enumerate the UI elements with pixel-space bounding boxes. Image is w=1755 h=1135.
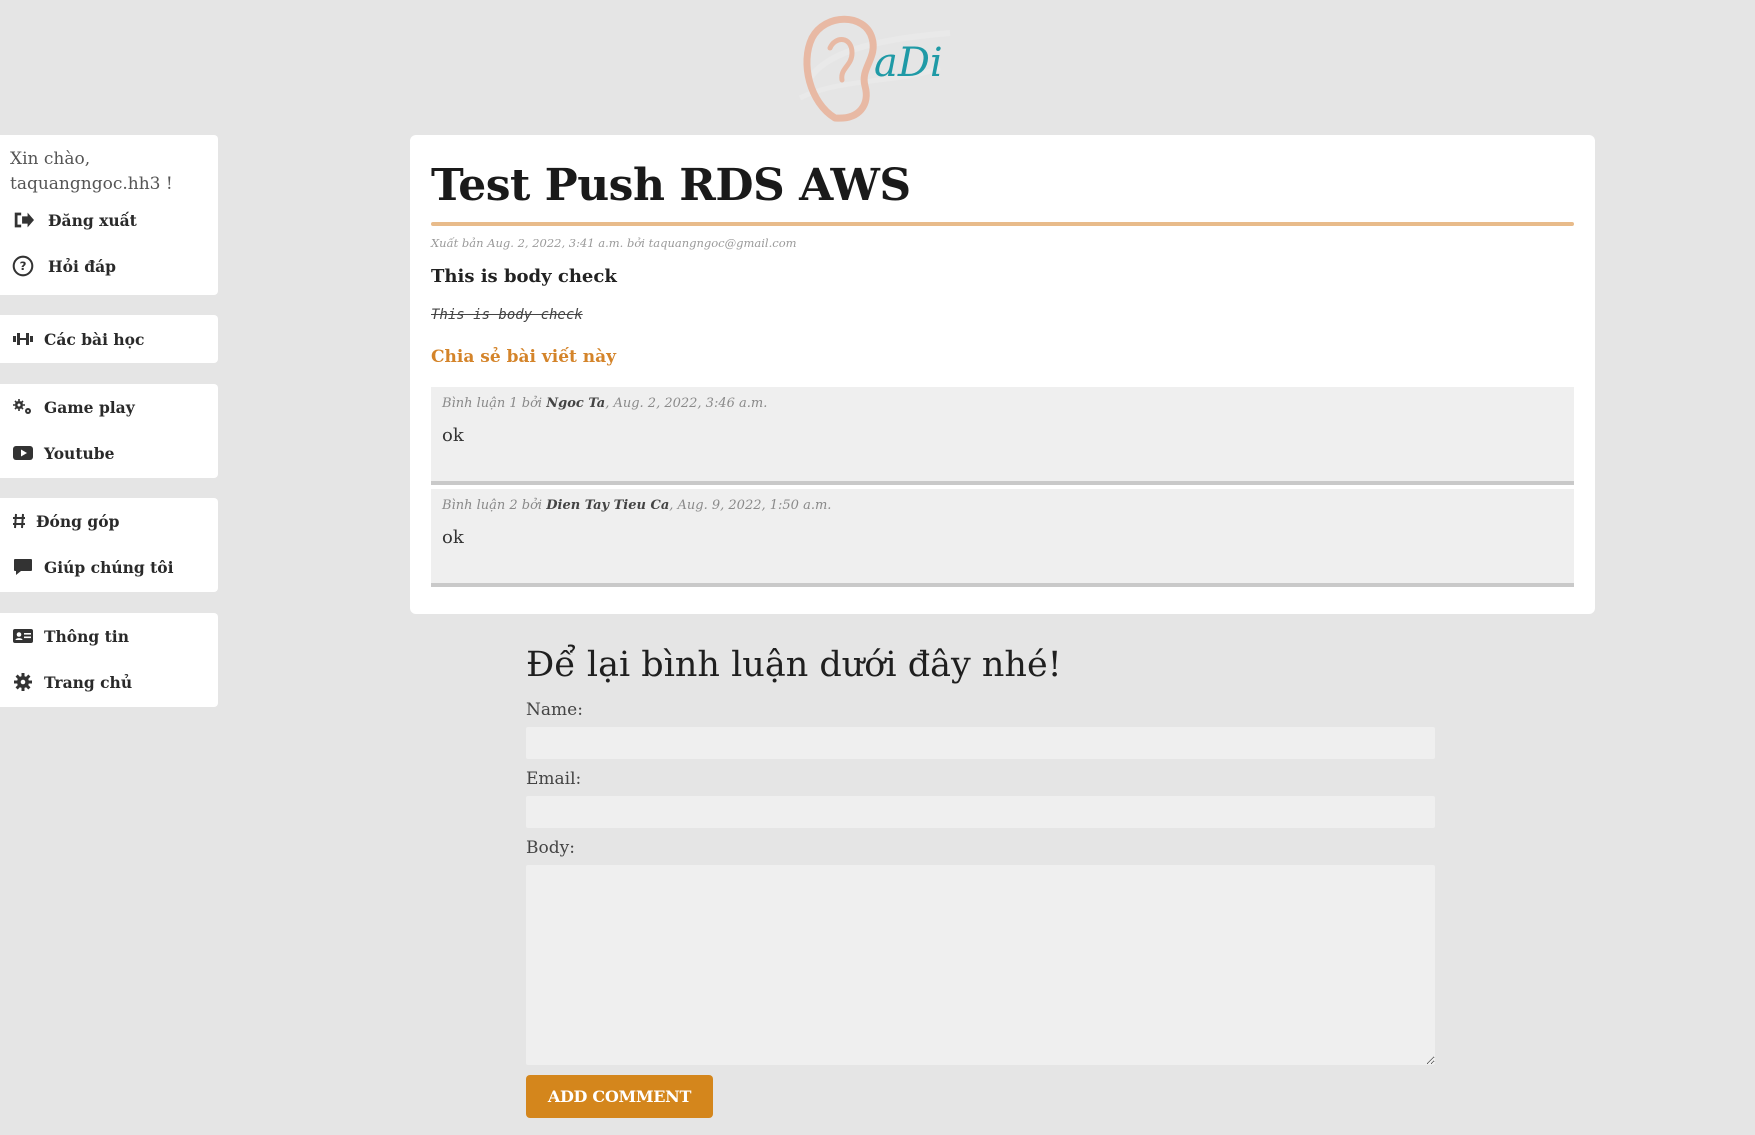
add-comment-button[interactable]: ADD COMMENT [526, 1075, 713, 1118]
comment-list: Bình luận 1 bởi Ngoc Ta, Aug. 2, 2022, 3… [431, 387, 1574, 587]
comment-item: Bình luận 2 bởi Dien Tay Tieu Ca, Aug. 9… [431, 489, 1574, 587]
site-logo[interactable]: aDi [790, 8, 960, 128]
sidebar-item-home[interactable]: Trang chủ [0, 659, 218, 705]
body-field[interactable] [526, 865, 1435, 1065]
question-icon: ? [12, 255, 34, 277]
sidebar-account-card: Xin chào, taquangngoc.hh3 ! Đăng xuất ? … [0, 135, 218, 295]
sidebar-community-card: Đóng góp Giúp chúng tôi [0, 498, 218, 592]
hashtag-icon [12, 510, 26, 532]
email-label: Email: [526, 769, 582, 789]
body-label: Body: [526, 838, 575, 858]
sidebar-info-card: Thông tin Trang chủ [0, 613, 218, 707]
comment-text: ok [442, 527, 464, 548]
title-divider [431, 222, 1574, 226]
post-code-block: This is body check [431, 307, 583, 323]
logout-icon [12, 209, 34, 231]
sidebar-item-label: Thông tin [44, 626, 129, 646]
greeting-text: Xin chào, taquangngoc.hh3 ! [10, 149, 173, 194]
comment-prefix: Bình luận 2 bởi [442, 498, 543, 513]
post-meta: Xuất bản Aug. 2, 2022, 3:41 a.m. bởi taq… [431, 236, 797, 250]
sidebar-item-label: Youtube [44, 443, 115, 463]
sidebar-item-help-us[interactable]: Giúp chúng tôi [0, 544, 218, 590]
sidebar-lessons-card: Các bài học [0, 315, 218, 363]
comment-meta: Bình luận 2 bởi Dien Tay Tieu Ca, Aug. 9… [442, 498, 1563, 513]
sidebar-item-info[interactable]: Thông tin [0, 613, 218, 659]
comment-meta: Bình luận 1 bởi Ngoc Ta, Aug. 2, 2022, 3… [442, 396, 1563, 411]
sidebar-item-label: Các bài học [44, 329, 145, 349]
comment-author: Ngoc Ta [546, 396, 606, 411]
name-label: Name: [526, 700, 583, 720]
sidebar-item-faq[interactable]: ? Hỏi đáp [0, 241, 218, 291]
id-card-icon [12, 625, 34, 647]
sidebar-item-label: Đăng xuất [48, 210, 137, 230]
comment-date: , Aug. 9, 2022, 1:50 a.m. [669, 498, 832, 513]
gear-icon [12, 671, 34, 693]
comment-date: , Aug. 2, 2022, 3:46 a.m. [605, 396, 768, 411]
sidebar-item-lessons[interactable]: Các bài học [0, 315, 218, 363]
dumbbell-icon [12, 328, 34, 350]
post-card: Test Push RDS AWS Xuất bản Aug. 2, 2022,… [410, 135, 1595, 614]
sidebar-item-label: Hỏi đáp [48, 256, 116, 276]
sidebar-item-label: Đóng góp [36, 511, 120, 531]
email-field[interactable] [526, 796, 1435, 828]
comment-item: Bình luận 1 bởi Ngoc Ta, Aug. 2, 2022, 3… [431, 387, 1574, 485]
post-title: Test Push RDS AWS [431, 160, 911, 211]
svg-text:?: ? [20, 259, 27, 273]
sidebar-item-contribute[interactable]: Đóng góp [0, 498, 218, 544]
gears-icon [12, 396, 34, 418]
logo-text: aDi [874, 40, 943, 86]
comment-icon [12, 556, 34, 578]
sidebar-item-logout[interactable]: Đăng xuất [0, 199, 218, 241]
sidebar-item-youtube[interactable]: Youtube [0, 430, 218, 476]
youtube-icon [12, 442, 34, 464]
form-heading: Để lại bình luận dưới đây nhé! [526, 645, 1062, 685]
sidebar-media-card: Game play Youtube [0, 384, 218, 478]
comment-author: Dien Tay Tieu Ca [546, 498, 670, 513]
share-post-link[interactable]: Chia sẻ bài viết này [431, 347, 616, 373]
sidebar-item-label: Trang chủ [44, 672, 133, 692]
name-field[interactable] [526, 727, 1435, 759]
sidebar-item-label: Giúp chúng tôi [44, 557, 174, 577]
comment-text: ok [442, 425, 464, 446]
comment-prefix: Bình luận 1 bởi [442, 396, 543, 411]
sidebar-item-game-play[interactable]: Game play [0, 384, 218, 430]
post-body: This is body check [431, 266, 617, 287]
comment-form: Để lại bình luận dưới đây nhé! Name: Ema… [526, 640, 1435, 1118]
sidebar-item-label: Game play [44, 397, 135, 417]
